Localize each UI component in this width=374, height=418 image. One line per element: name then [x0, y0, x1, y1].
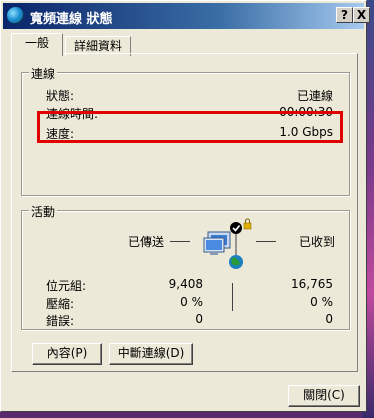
status-value: 已連線	[296, 89, 333, 103]
speed-highlight-box	[37, 111, 343, 143]
connection-group-title: 連線	[29, 65, 58, 82]
errors-received-value: 0	[325, 312, 333, 326]
network-globe-icon	[7, 7, 24, 24]
connection-status-dialog: 寬頻連線 狀態 ? X 一般 詳細資料 連線 狀態: 已連線 連線時間: 00:…	[0, 0, 370, 412]
activity-divider	[232, 283, 233, 311]
status-label: 狀態:	[46, 89, 75, 103]
received-connector-line	[256, 241, 276, 242]
properties-button[interactable]: 內容(P)	[32, 343, 102, 365]
title-bar[interactable]: 寬頻連線 狀態 ? X	[3, 3, 370, 29]
received-label: 已收到	[299, 235, 336, 249]
errors-label: 錯誤:	[46, 314, 75, 328]
activity-group-title: 活動	[29, 203, 58, 220]
bytes-received-value: 16,765	[291, 277, 333, 291]
close-window-button[interactable]: X	[353, 7, 370, 23]
window-title: 寬頻連線 狀態	[30, 12, 113, 27]
compression-label: 壓縮:	[46, 297, 75, 311]
compression-sent-value: 0 %	[180, 295, 203, 309]
tab-panel-general: 連線 狀態: 已連線 連線時間: 00:00:30 速度: 1.0 Gbps 活…	[11, 53, 358, 372]
bytes-label: 位元組:	[46, 279, 87, 293]
network-activity-icon	[203, 218, 252, 269]
compression-received-value: 0 %	[310, 295, 333, 309]
tab-general[interactable]: 一般	[11, 33, 63, 56]
activity-group: 活動 已傳送 已收到 位元組: 9,408 16,765 壓縮: 0 % 0 %…	[21, 203, 350, 330]
errors-sent-value: 0	[195, 312, 203, 326]
close-button[interactable]: 關閉(C)	[288, 385, 360, 407]
bytes-sent-value: 9,408	[168, 277, 203, 291]
sent-label: 已傳送	[128, 235, 165, 249]
sent-connector-line	[170, 241, 190, 242]
help-button[interactable]: ?	[336, 7, 353, 23]
disconnect-button[interactable]: 中斷連線(D)	[109, 343, 193, 365]
